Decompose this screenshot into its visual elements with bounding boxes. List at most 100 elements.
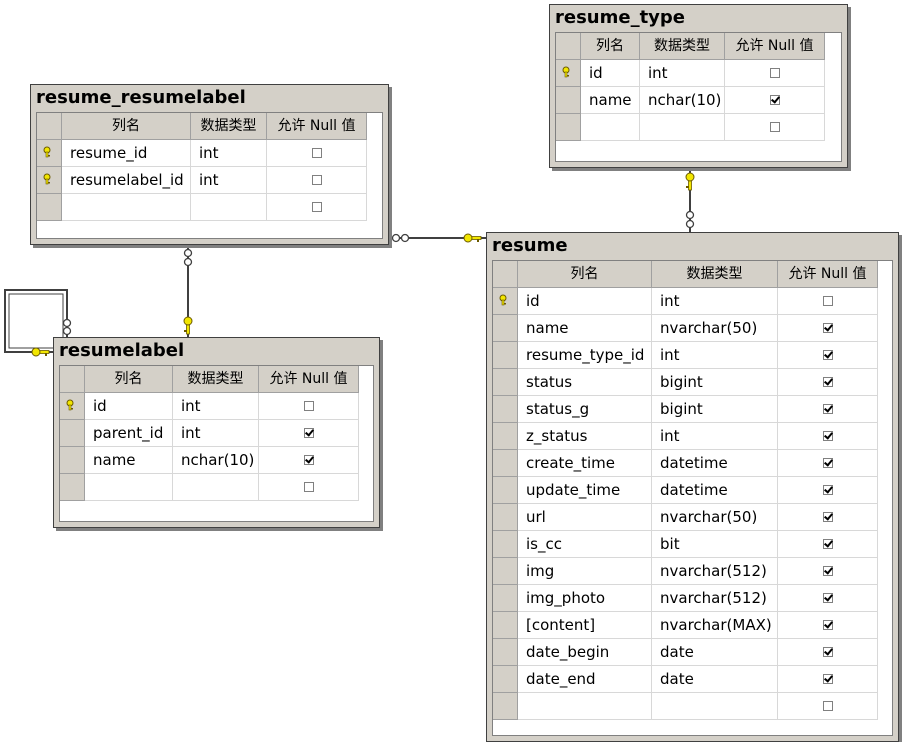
data-type-cell[interactable]: date xyxy=(652,666,778,693)
row-selector[interactable] xyxy=(60,393,85,420)
allow-null-checkbox[interactable] xyxy=(822,296,833,306)
table-row[interactable]: update_time datetime xyxy=(493,477,892,504)
column-name-cell[interactable]: id xyxy=(581,60,640,87)
column-name-cell[interactable]: update_time xyxy=(518,477,652,504)
data-type-cell[interactable]: bigint xyxy=(652,396,778,423)
column-name-cell[interactable]: img_photo xyxy=(518,585,652,612)
allow-null-checkbox[interactable] xyxy=(303,482,314,492)
table-row[interactable]: [content] nvarchar(MAX) xyxy=(493,612,892,639)
allow-null-checkbox[interactable] xyxy=(822,323,833,333)
allow-null-checkbox[interactable] xyxy=(769,68,780,78)
allow-null-checkbox[interactable] xyxy=(822,431,833,441)
row-selector[interactable] xyxy=(37,140,62,167)
table-row[interactable]: name nchar(10) xyxy=(556,87,841,114)
column-name-cell[interactable]: url xyxy=(518,504,652,531)
allow-null-checkbox[interactable] xyxy=(822,458,833,468)
table-row[interactable]: status_g bigint xyxy=(493,396,892,423)
table-row[interactable]: name nvarchar(50) xyxy=(493,315,892,342)
column-name-cell[interactable]: is_cc xyxy=(518,531,652,558)
allow-null-checkbox[interactable] xyxy=(311,175,322,185)
column-name-cell[interactable]: img xyxy=(518,558,652,585)
data-type-cell[interactable]: nvarchar(50) xyxy=(652,315,778,342)
column-name-cell[interactable]: id xyxy=(85,393,173,420)
column-name-cell[interactable] xyxy=(62,194,191,221)
table-resume[interactable]: resume 列名 数据类型 允许 Null 值 id int name nvarchar(… xyxy=(486,232,899,742)
table-resumelabel[interactable]: resumelabel 列名 数据类型 允许 Null 值 id int parent_i… xyxy=(53,337,380,528)
column-name-cell[interactable]: name xyxy=(581,87,640,114)
data-type-cell[interactable]: date xyxy=(652,639,778,666)
column-name-cell[interactable]: create_time xyxy=(518,450,652,477)
table-row[interactable] xyxy=(37,194,382,221)
row-selector[interactable] xyxy=(60,447,85,474)
allow-null-checkbox[interactable] xyxy=(303,401,314,411)
allow-null-checkbox[interactable] xyxy=(822,566,833,576)
data-type-cell[interactable]: bit xyxy=(652,531,778,558)
table-row[interactable]: url nvarchar(50) xyxy=(493,504,892,531)
column-name-cell[interactable] xyxy=(581,114,640,141)
column-name-cell[interactable]: name xyxy=(518,315,652,342)
row-selector[interactable] xyxy=(493,369,518,396)
table-row[interactable]: img nvarchar(512) xyxy=(493,558,892,585)
row-selector[interactable] xyxy=(556,114,581,141)
row-selector[interactable] xyxy=(556,60,581,87)
allow-null-checkbox[interactable] xyxy=(822,539,833,549)
data-type-cell[interactable]: int xyxy=(652,288,778,315)
row-selector[interactable] xyxy=(493,612,518,639)
allow-null-checkbox[interactable] xyxy=(303,455,314,465)
allow-null-checkbox[interactable] xyxy=(822,647,833,657)
table-row[interactable]: id int xyxy=(556,60,841,87)
data-type-cell[interactable]: int xyxy=(640,60,725,87)
column-name-cell[interactable]: z_status xyxy=(518,423,652,450)
row-selector[interactable] xyxy=(493,396,518,423)
data-type-cell[interactable]: nvarchar(MAX) xyxy=(652,612,778,639)
row-selector[interactable] xyxy=(37,167,62,194)
column-name-cell[interactable]: resume_id xyxy=(62,140,191,167)
row-selector[interactable] xyxy=(493,639,518,666)
column-name-cell[interactable]: [content] xyxy=(518,612,652,639)
row-selector[interactable] xyxy=(493,450,518,477)
table-row[interactable]: img_photo nvarchar(512) xyxy=(493,585,892,612)
allow-null-checkbox[interactable] xyxy=(769,95,780,105)
row-selector[interactable] xyxy=(556,87,581,114)
allow-null-checkbox[interactable] xyxy=(822,701,833,711)
table-row[interactable]: resume_id int xyxy=(37,140,382,167)
table-row[interactable]: id int xyxy=(493,288,892,315)
data-type-cell[interactable]: int xyxy=(173,420,259,447)
allow-null-checkbox[interactable] xyxy=(822,404,833,414)
data-type-cell[interactable] xyxy=(191,194,267,221)
table-row[interactable]: date_begin date xyxy=(493,639,892,666)
data-type-cell[interactable]: nvarchar(512) xyxy=(652,585,778,612)
row-selector[interactable] xyxy=(493,585,518,612)
column-name-cell[interactable]: status_g xyxy=(518,396,652,423)
table-row[interactable]: id int xyxy=(60,393,373,420)
column-name-cell[interactable]: name xyxy=(85,447,173,474)
data-type-cell[interactable]: int xyxy=(191,167,267,194)
table-row[interactable]: is_cc bit xyxy=(493,531,892,558)
column-name-cell[interactable] xyxy=(85,474,173,501)
data-type-cell[interactable]: nchar(10) xyxy=(640,87,725,114)
row-selector[interactable] xyxy=(60,474,85,501)
allow-null-checkbox[interactable] xyxy=(769,122,780,132)
data-type-cell[interactable]: datetime xyxy=(652,450,778,477)
data-type-cell[interactable]: bigint xyxy=(652,369,778,396)
data-type-cell[interactable]: datetime xyxy=(652,477,778,504)
row-selector[interactable] xyxy=(493,693,518,720)
table-row[interactable] xyxy=(60,474,373,501)
data-type-cell[interactable]: int xyxy=(652,342,778,369)
table-resume-resumelabel[interactable]: resume_resumelabel 列名 数据类型 允许 Null 值 resume… xyxy=(30,84,389,245)
row-selector[interactable] xyxy=(493,504,518,531)
row-selector[interactable] xyxy=(493,342,518,369)
allow-null-checkbox[interactable] xyxy=(822,620,833,630)
column-name-cell[interactable]: id xyxy=(518,288,652,315)
column-name-cell[interactable]: resume_type_id xyxy=(518,342,652,369)
table-row[interactable]: resumelabel_id int xyxy=(37,167,382,194)
allow-null-checkbox[interactable] xyxy=(822,377,833,387)
row-selector[interactable] xyxy=(493,288,518,315)
table-row[interactable]: resume_type_id int xyxy=(493,342,892,369)
allow-null-checkbox[interactable] xyxy=(822,485,833,495)
allow-null-checkbox[interactable] xyxy=(303,428,314,438)
row-selector[interactable] xyxy=(493,558,518,585)
data-type-cell[interactable]: int xyxy=(652,423,778,450)
data-type-cell[interactable] xyxy=(173,474,259,501)
row-selector[interactable] xyxy=(493,531,518,558)
